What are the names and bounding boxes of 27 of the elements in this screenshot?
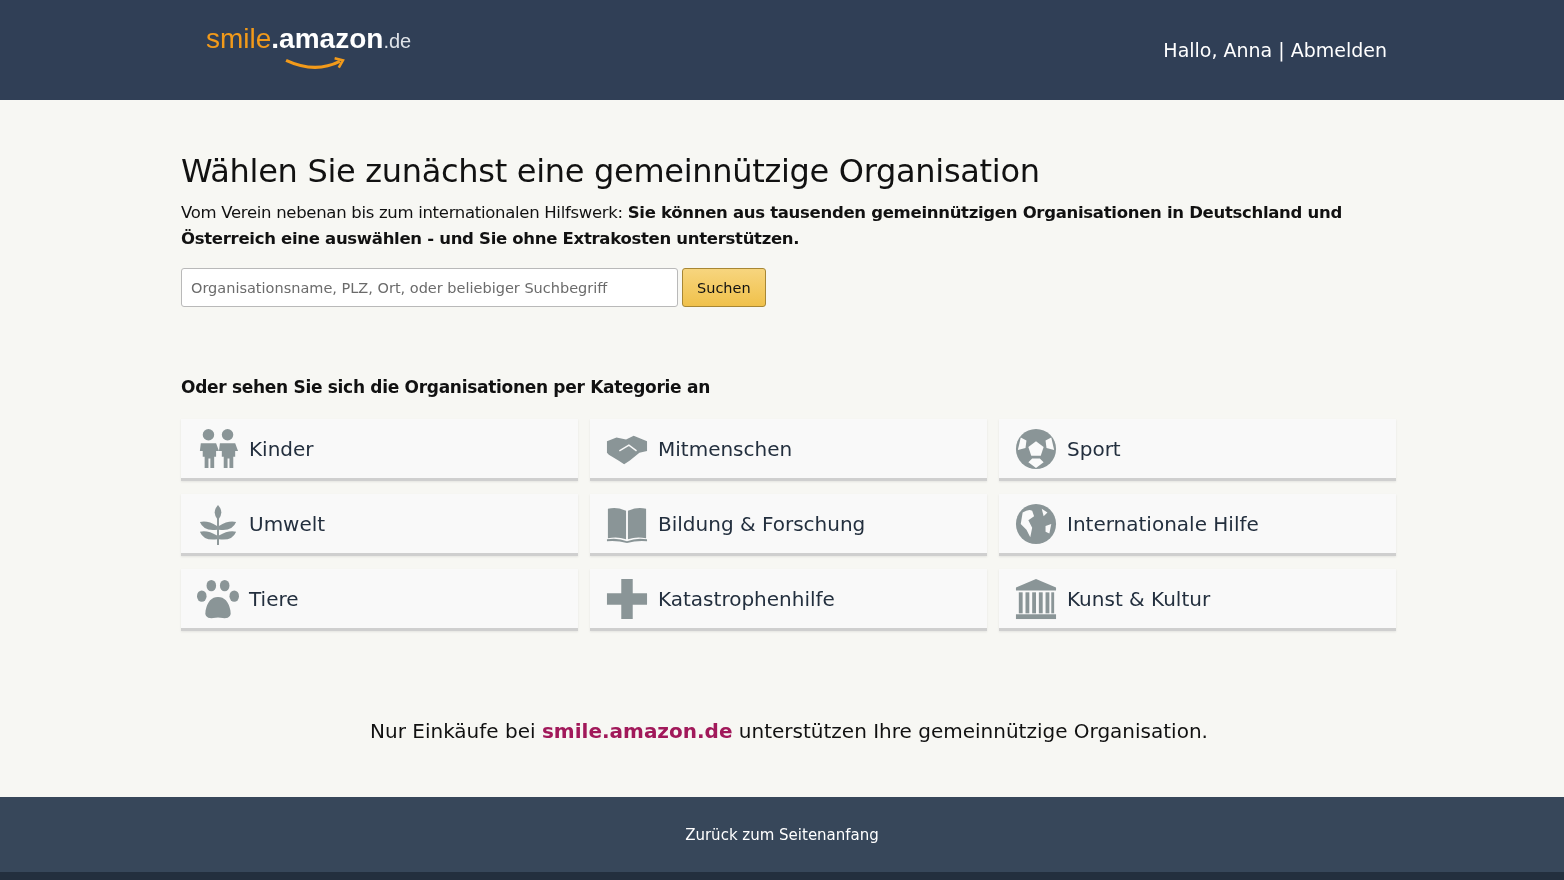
promo-note: Nur Einkäufe bei smile.amazon.de unterstützen Ihre gemeinnützige Organisation. xyxy=(369,719,1209,743)
link[interactable]: smile.amazon.de xyxy=(541,719,733,743)
section-heading: Oder sehen Sie sich die Organisationen per Kategorie an xyxy=(181,377,711,397)
category-tile[interactable]: Mitmenschen xyxy=(590,419,987,481)
back-to-top-link[interactable]: Zurück zum Seitenanfang xyxy=(685,825,879,844)
search-field[interactable]: Organisationsname, PLZ, Ort, oder beliebiger Suchbegriff xyxy=(181,268,678,307)
paw-icon xyxy=(197,577,239,620)
category-tile[interactable]: Tiere xyxy=(181,569,578,631)
category-tile[interactable]: Umwelt xyxy=(181,494,578,556)
logo[interactable]: smile.amazon.de xyxy=(206,22,412,70)
ball-icon xyxy=(1015,427,1057,470)
category-tile[interactable]: Katastrophenhilfe xyxy=(590,569,987,631)
logout-link[interactable]: Abmelden xyxy=(1290,39,1387,61)
page-title: Wählen Sie zunächst eine gemeinnützige Organisation xyxy=(181,152,1041,190)
intro-text: Vom Verein nebenan bis zum internationalen Hilfswerk: Sie können aus tausenden gemeinnützigen Organisationen in Deutschland und Österreich eine auswählen - und Sie ohne Extrakosten unterstützen. xyxy=(181,202,1343,250)
category-tile[interactable]: Kunst & Kultur xyxy=(999,569,1396,631)
greeting: Hallo, Anna xyxy=(1163,39,1273,61)
children-icon xyxy=(197,427,239,470)
category-tile[interactable]: Kinder xyxy=(181,419,578,481)
building-icon xyxy=(1015,577,1057,620)
cross-icon xyxy=(606,577,648,620)
search-button[interactable]: Suchen xyxy=(682,268,766,307)
category-tile[interactable]: Sport xyxy=(999,419,1396,481)
category-tile[interactable]: Internationale Hilfe xyxy=(999,494,1396,556)
separator: | xyxy=(1278,39,1285,61)
category-tile[interactable]: Bildung & Forschung xyxy=(590,494,987,556)
globe-icon xyxy=(1015,502,1057,545)
